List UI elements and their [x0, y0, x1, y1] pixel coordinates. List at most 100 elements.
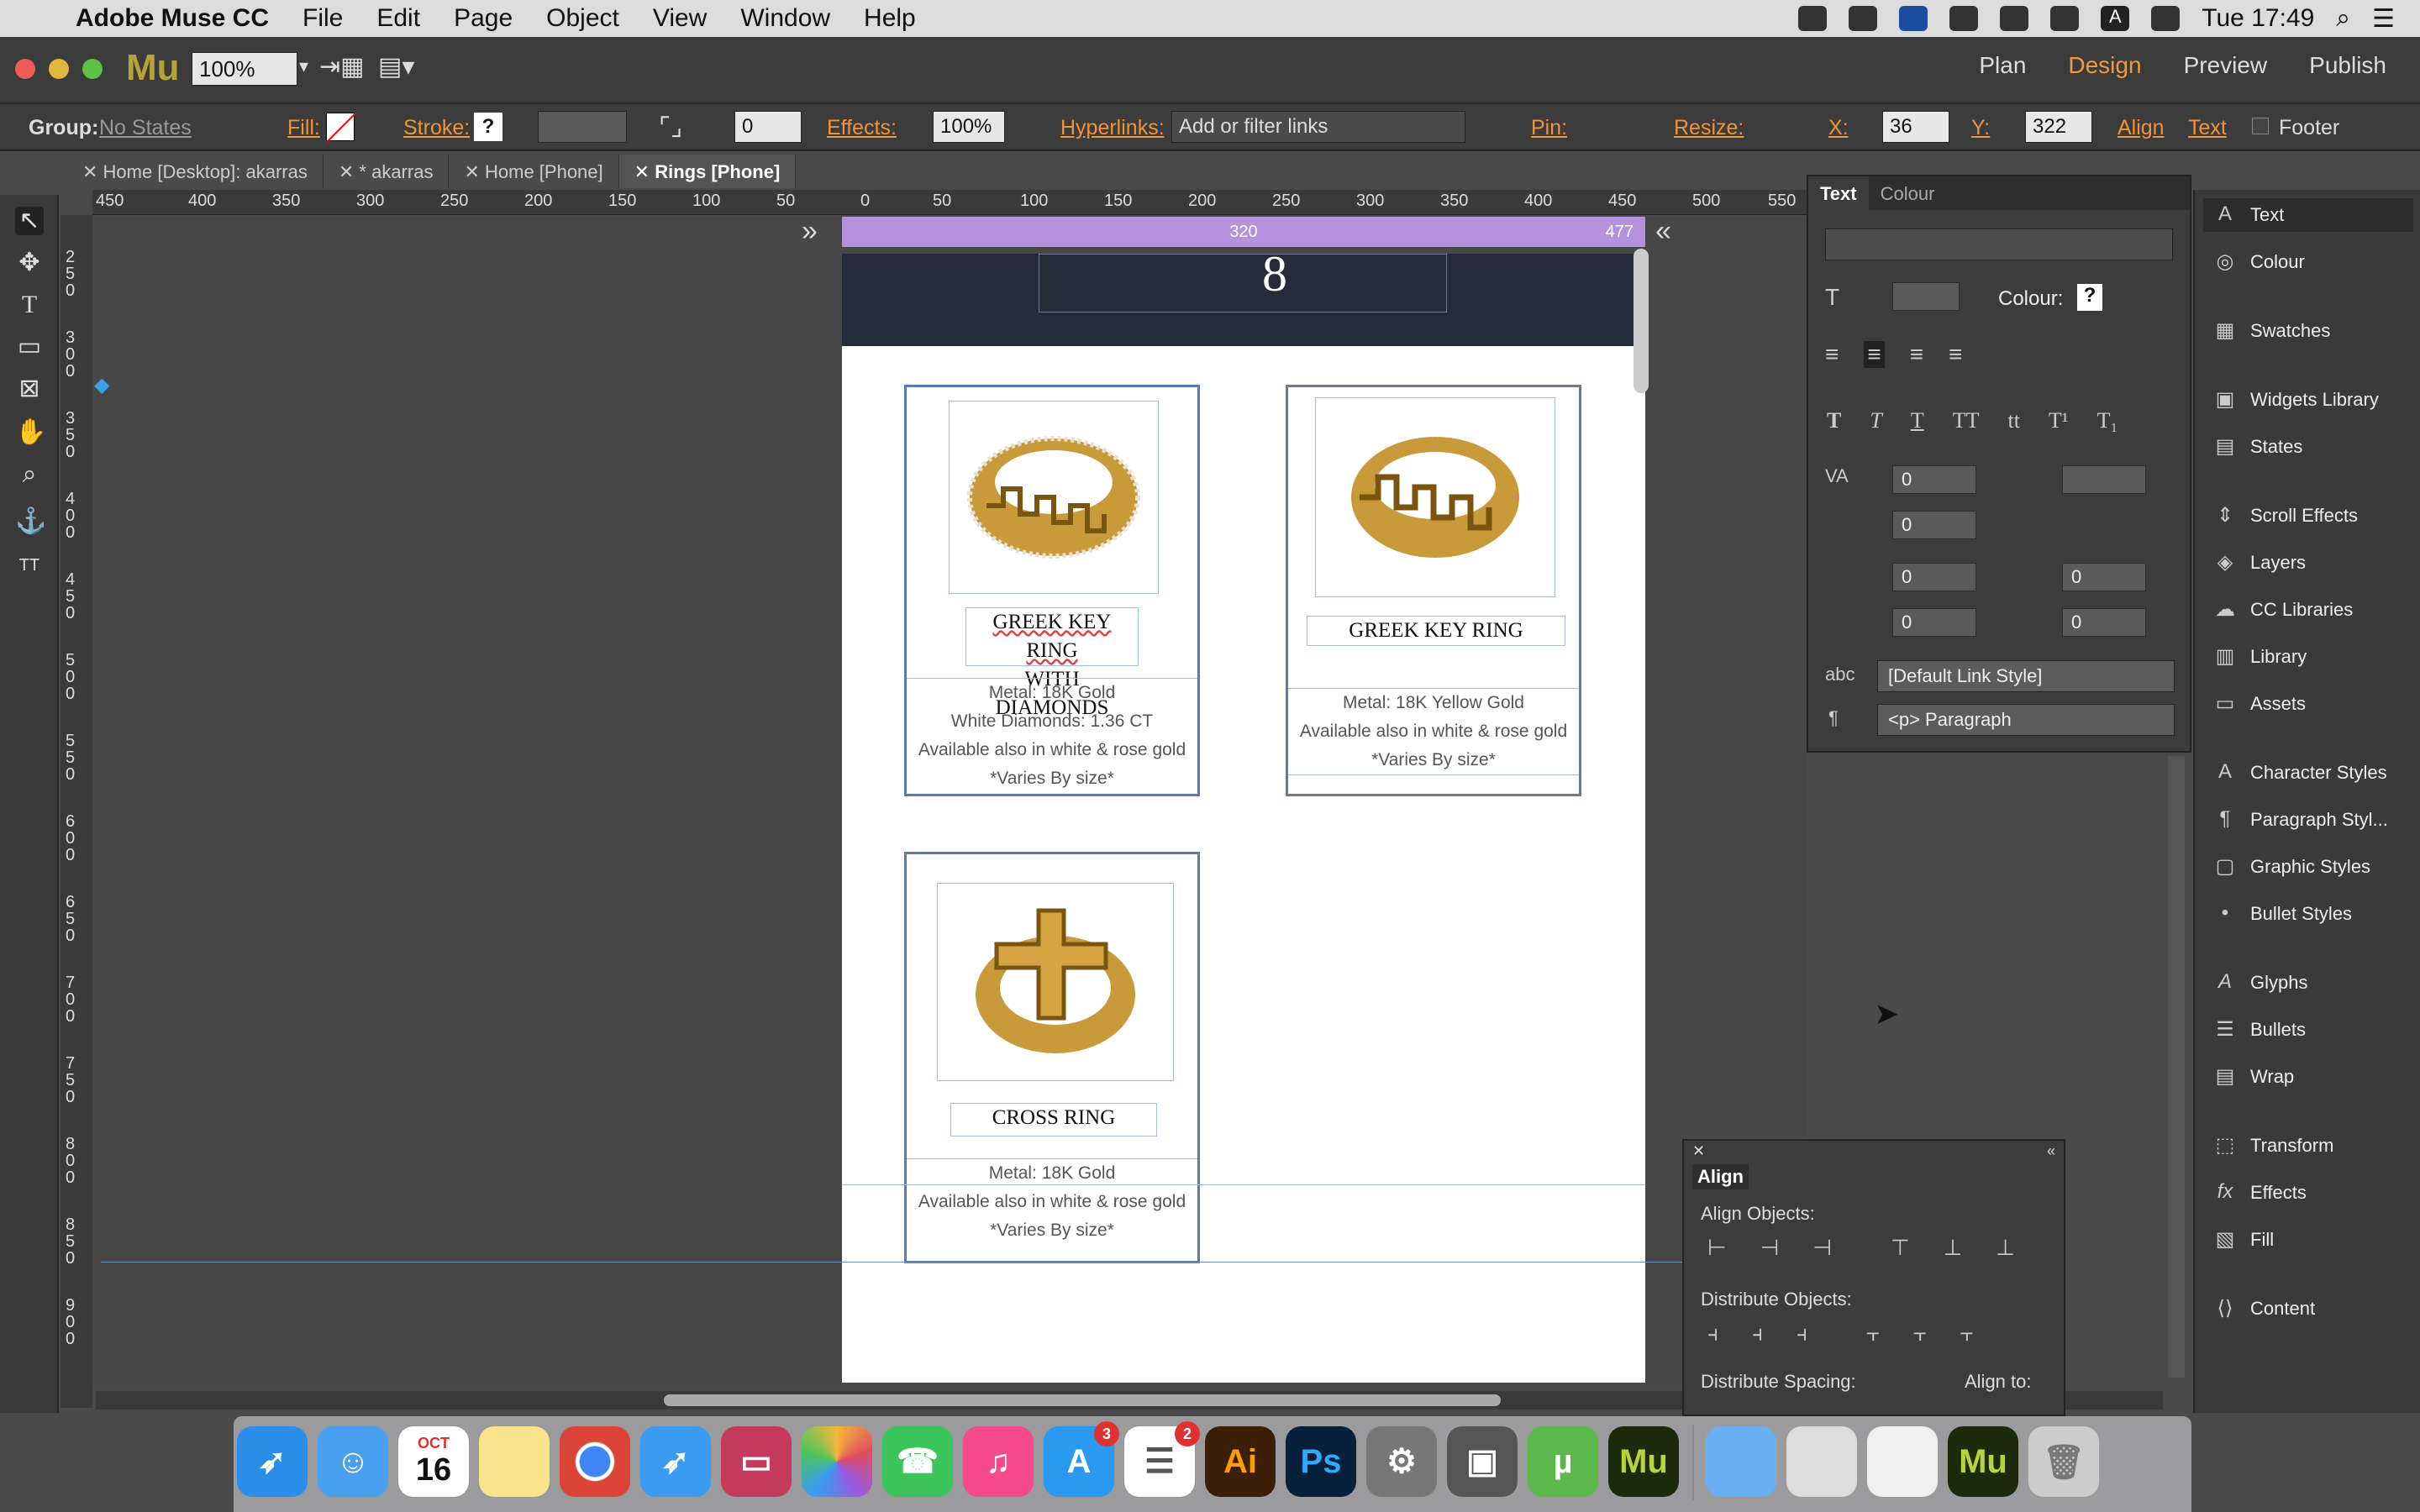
- panel-library[interactable]: ▥ Library: [2212, 640, 2307, 674]
- zoom-dropdown-icon[interactable]: ▾: [299, 55, 308, 77]
- panel-bullets[interactable]: ☰ Bullets: [2212, 1013, 2306, 1047]
- place-icon[interactable]: ⇥▦: [319, 52, 364, 81]
- panel-layers[interactable]: ◈ Layers: [2212, 546, 2306, 580]
- finder-icon[interactable]: ☺: [318, 1426, 388, 1497]
- menu-window[interactable]: Window: [740, 4, 830, 33]
- card-title[interactable]: GREEK KEY RING: [1307, 616, 1565, 646]
- subscript-icon[interactable]: T₁: [2097, 408, 2118, 433]
- facetime-icon[interactable]: ☎: [882, 1426, 953, 1497]
- panel-colour[interactable]: ◎ Colour: [2212, 245, 2305, 279]
- panel-content[interactable]: ⟨⟩ Content: [2212, 1292, 2315, 1326]
- distribute-left-icon[interactable]: ⫞: [1707, 1320, 1718, 1347]
- tab-akarras[interactable]: ✕ * akarras: [324, 155, 450, 188]
- states-link[interactable]: No States: [99, 116, 192, 140]
- panel-scroll-effects[interactable]: ⇕ Scroll Effects: [2212, 499, 2358, 533]
- footer-checkbox[interactable]: [2252, 118, 2269, 134]
- close-window-button[interactable]: [15, 59, 35, 79]
- menu-help[interactable]: Help: [864, 4, 916, 33]
- guide-line[interactable]: [842, 1184, 1645, 1185]
- panel-effects[interactable]: fx Effects: [2212, 1176, 2307, 1210]
- align-vertical-centers-icon[interactable]: ⊥: [1944, 1235, 1963, 1261]
- wifi-icon[interactable]: [2050, 6, 2080, 31]
- panel-fill[interactable]: ▧ Fill: [2212, 1223, 2274, 1257]
- panel-assets[interactable]: ▭ Assets: [2212, 687, 2306, 721]
- panel-wrap[interactable]: ▤ Wrap: [2212, 1060, 2295, 1094]
- maximize-window-button[interactable]: [82, 59, 103, 79]
- rectangle-frame-tool-icon[interactable]: ⊠: [15, 375, 44, 403]
- panel-widgets-library[interactable]: ▣ Widgets Library: [2212, 383, 2379, 417]
- calendar-icon[interactable]: OCT 16: [398, 1426, 469, 1497]
- panel-cc-libraries[interactable]: ☁ CC Libraries: [2212, 593, 2353, 627]
- panel-graphic-styles[interactable]: ▢ Graphic Styles: [2212, 850, 2370, 884]
- notes-icon[interactable]: [479, 1426, 550, 1497]
- font-family-dropdown[interactable]: [1825, 228, 2173, 260]
- user-icon[interactable]: [1949, 6, 1979, 31]
- stroke-width-field[interactable]: [538, 111, 627, 143]
- publish-button[interactable]: Publish: [2309, 52, 2386, 79]
- zoom-field[interactable]: 100%: [192, 52, 297, 86]
- text-tool-icon[interactable]: T: [15, 291, 44, 319]
- app-store-icon[interactable]: A 3: [1044, 1421, 1119, 1497]
- guide-marker-icon[interactable]: ◆: [94, 373, 111, 398]
- header-logo-frame[interactable]: [1039, 254, 1447, 312]
- crop-tool-icon[interactable]: ✥: [15, 249, 44, 277]
- align-horizontal-centers-icon[interactable]: ⊣: [1760, 1235, 1780, 1261]
- anchor-icon[interactable]: ⚓: [15, 507, 46, 536]
- menu-page[interactable]: Page: [454, 4, 513, 33]
- menu-edit[interactable]: Edit: [376, 4, 420, 33]
- distribute-top-icon[interactable]: ⫟: [1866, 1320, 1880, 1347]
- text-frame-icon[interactable]: TT: [15, 551, 44, 580]
- utorrent-icon[interactable]: µ: [1528, 1426, 1598, 1497]
- product-card-greek-key-diamonds[interactable]: GREEK KEY RING WITH DIAMONDS Metal: 18K …: [904, 385, 1200, 796]
- panel-text[interactable]: A Text: [2203, 198, 2413, 232]
- stroke-label[interactable]: Stroke:: [403, 116, 470, 140]
- preview-mode-button[interactable]: Preview: [2184, 52, 2268, 79]
- hand-tool-icon[interactable]: ✋: [15, 418, 46, 447]
- indent-field[interactable]: 0: [1892, 511, 1976, 539]
- colour-swatch[interactable]: ?: [2077, 284, 2102, 311]
- panel-bullet-styles[interactable]: • Bullet Styles: [2212, 897, 2352, 931]
- fill-label[interactable]: Fill:: [287, 116, 320, 140]
- tab-rings-phone[interactable]: ✕ Rings [Phone]: [618, 155, 797, 188]
- link-style-dropdown[interactable]: [Default Link Style]: [1877, 660, 2175, 692]
- panel-states[interactable]: ▤ States: [2212, 430, 2303, 464]
- reminders-icon[interactable]: ☰ 2: [1124, 1421, 1200, 1497]
- distribute-right-icon[interactable]: ⫞: [1797, 1320, 1807, 1347]
- input-source-icon[interactable]: A: [2101, 6, 2130, 31]
- menu-file[interactable]: File: [302, 4, 343, 33]
- panel-paragraph-styles[interactable]: ¶ Paragraph Styl...: [2212, 803, 2388, 837]
- dropbox-icon[interactable]: [1899, 6, 1928, 31]
- panel-character-styles[interactable]: A Character Styles: [2212, 756, 2387, 790]
- muse-icon[interactable]: Mu: [1608, 1426, 1679, 1497]
- creative-cloud-icon[interactable]: [1798, 6, 1828, 31]
- tab-home-phone[interactable]: ✕ Home [Phone]: [449, 155, 619, 188]
- airdrop-icon[interactable]: [1849, 6, 1878, 31]
- horizontal-scroll-thumb[interactable]: [664, 1394, 1501, 1406]
- resize-label[interactable]: Resize:: [1674, 116, 1744, 140]
- photo-booth-icon[interactable]: ▭: [721, 1426, 792, 1497]
- pin-label[interactable]: Pin:: [1531, 116, 1567, 140]
- screen-sharing-icon[interactable]: ▣: [1447, 1426, 1518, 1497]
- space-after-field[interactable]: 0: [2062, 608, 2146, 637]
- selection-tool-icon[interactable]: ↖: [15, 207, 44, 235]
- align-top-edges-icon[interactable]: ⊤: [1891, 1235, 1910, 1261]
- vertical-scrollbar[interactable]: [2168, 756, 2185, 1378]
- text-link[interactable]: Text: [2188, 116, 2227, 140]
- fill-swatch[interactable]: [326, 113, 356, 143]
- safari-compass-icon[interactable]: ➶: [237, 1426, 308, 1497]
- downloads-folder-icon[interactable]: [1706, 1426, 1776, 1497]
- align-bottom-edges-icon[interactable]: ⊥: [1996, 1235, 2015, 1261]
- documents-stack-icon[interactable]: [1786, 1426, 1857, 1497]
- folder-stack-icon[interactable]: [1867, 1426, 1938, 1497]
- card-title[interactable]: CROSS RING: [950, 1103, 1157, 1137]
- panel-glyphs[interactable]: A Glyphs: [2212, 966, 2308, 1000]
- design-mode-button[interactable]: Design: [2068, 52, 2141, 79]
- menu-view[interactable]: View: [653, 4, 707, 33]
- ring-image-frame[interactable]: [949, 401, 1159, 594]
- minimize-window-button[interactable]: [49, 59, 69, 79]
- stroke-swatch[interactable]: ?: [474, 113, 502, 141]
- tab-colour[interactable]: Colour: [1869, 176, 1947, 210]
- tab-text[interactable]: Text: [1808, 176, 1869, 210]
- page-scrollbar[interactable]: [1634, 249, 1649, 393]
- app-menu[interactable]: Adobe Muse CC: [76, 4, 269, 33]
